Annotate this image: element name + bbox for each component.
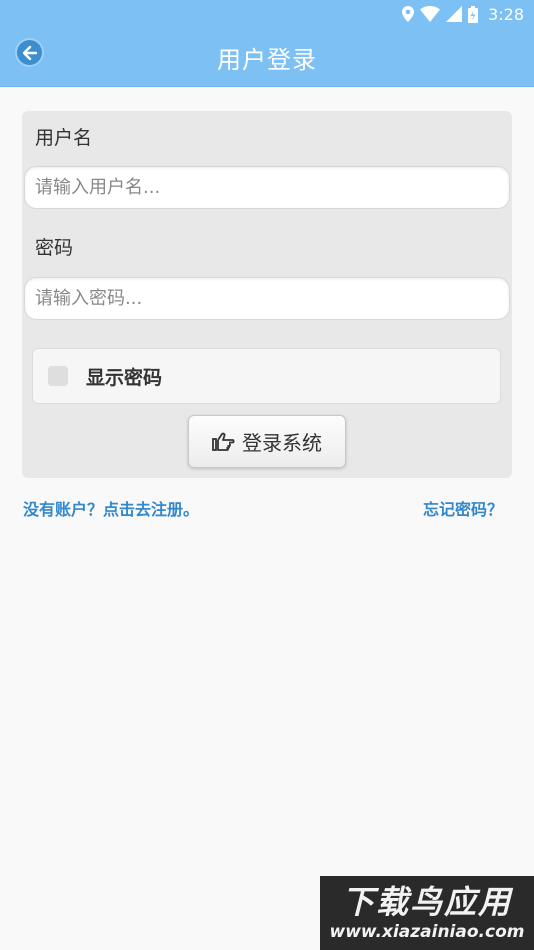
battery-charging-icon — [468, 5, 479, 23]
status-time: 3:28 — [488, 4, 524, 24]
username-label: 用户名 — [35, 127, 93, 149]
username-input[interactable] — [24, 166, 510, 209]
password-input[interactable] — [24, 277, 510, 320]
show-password-toggle[interactable]: 显示密码 — [32, 348, 501, 404]
show-password-checkbox[interactable] — [48, 366, 68, 386]
register-link[interactable]: 没有账户？点击去注册。 — [23, 496, 199, 520]
page-title: 用户登录 — [217, 46, 317, 74]
login-button[interactable]: 登录系统 — [188, 415, 346, 468]
location-icon — [402, 6, 415, 22]
forgot-password-link[interactable]: 忘记密码？ — [423, 496, 503, 520]
watermark-title: 下载鸟应用 — [341, 883, 512, 921]
status-bar: 3:28 — [0, 0, 534, 28]
signal-icon — [446, 6, 463, 22]
hand-pointing-icon — [212, 432, 235, 451]
show-password-label: 显示密码 — [86, 366, 163, 389]
login-button-label: 登录系统 — [242, 431, 322, 455]
app-header: 用户登录 — [0, 28, 534, 87]
watermark-logo: 下载鸟应用 www.xiazainiao.com — [320, 876, 534, 950]
wifi-icon — [420, 6, 441, 22]
password-label: 密码 — [35, 237, 74, 259]
login-panel: 用户名 密码 显示密码 登录系统 — [22, 111, 512, 478]
watermark-url: www.xiazainiao.com — [329, 922, 525, 942]
